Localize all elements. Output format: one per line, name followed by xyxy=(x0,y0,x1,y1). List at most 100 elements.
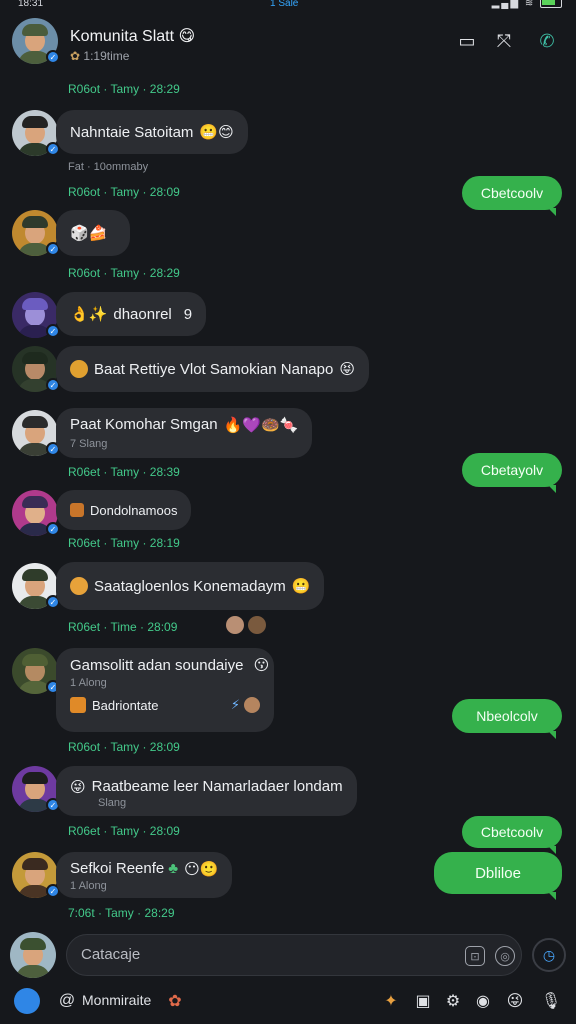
message-bubble[interactable]: Dondolnamoos xyxy=(56,490,192,530)
sender-avatar[interactable]: ✓ xyxy=(12,490,60,536)
message-emoji: 😗 xyxy=(253,657,270,674)
my-avatar[interactable] xyxy=(10,932,56,978)
message-text: Raatbeame leer Namarladaer londam xyxy=(91,778,343,795)
message-text: Nahntaie Satoitam xyxy=(70,123,194,141)
lightning-icon: ⚡ xyxy=(230,697,240,712)
message-emoji: 😶🙂 xyxy=(184,861,219,878)
message-text: Sefkoi Reenfe xyxy=(70,860,165,877)
send-timer-icon[interactable]: ◷ xyxy=(532,938,566,972)
outgoing-bubble[interactable]: Nbeolcolv xyxy=(452,699,562,739)
message-bubble[interactable]: 🎲🍰 xyxy=(56,210,130,256)
message-submeta: 1 Along xyxy=(70,880,107,892)
bottom-label: Monmiraite xyxy=(82,992,152,1008)
header-avatar[interactable]: ✓ xyxy=(12,18,60,64)
message-text: Dondolnamoos xyxy=(90,502,178,518)
message-emoji: 😝 xyxy=(339,361,355,378)
status-bar: 18:31 1 Sale ▂▄▆ ≋ xyxy=(0,0,576,12)
message-meta: R06ot · Tamy · 28:09 xyxy=(68,740,180,754)
message-emoji: 🔥💜🍩🍬 xyxy=(223,417,299,434)
reaction-icon xyxy=(70,577,88,595)
message-count: 9 xyxy=(183,305,193,323)
emoji-picker-icon[interactable]: 😜 xyxy=(502,988,528,1014)
seen-avatar xyxy=(248,616,266,634)
message-emoji: 😬😊 xyxy=(199,124,234,141)
chat-subtitle: ✿ 1:19time xyxy=(70,49,130,63)
chat-header: ✓ Komunita Slatt 😋 ✿ 1:19time ▭ ⤧ ✆ xyxy=(0,12,576,74)
sticker-icon: ♣ xyxy=(168,860,179,877)
app-logo-icon[interactable] xyxy=(14,988,40,1014)
message-bubble[interactable]: Saatagloenlos Konemadaym 😬 xyxy=(56,562,325,610)
message-input[interactable]: Catacaje xyxy=(81,946,140,963)
expand-arrows-icon[interactable]: ⤧ xyxy=(491,28,517,54)
message-bubble[interactable]: Baat Rettiye Vlot Samokian Nanapo 😝 xyxy=(56,346,369,392)
sender-avatar[interactable]: ✓ xyxy=(12,563,60,609)
message-meta: R06ot · Tamy · 28:29 xyxy=(68,266,180,280)
message-submeta: Slang xyxy=(98,797,127,809)
message-text: dhaonrel xyxy=(113,305,172,323)
reaction-icon xyxy=(70,360,88,378)
attachment-icon xyxy=(70,503,84,517)
outgoing-bubble[interactable]: Cbetcoolv xyxy=(462,816,562,854)
sticker-pack-icon[interactable]: ✿ xyxy=(162,988,188,1014)
status-center-label: 1 Sale xyxy=(270,0,299,9)
outgoing-bubble[interactable]: Cbetayolv xyxy=(462,453,562,493)
signal-icon: ▂▄▆ xyxy=(491,0,521,9)
settings-gear-icon[interactable]: ⚙ xyxy=(440,988,466,1014)
sender-avatar[interactable]: ✓ xyxy=(12,210,60,256)
message-emoji: 🎲🍰 xyxy=(70,225,108,242)
message-emoji: 😜 xyxy=(70,779,86,796)
message-meta: R06et · Tamy · 28:09 xyxy=(68,824,180,838)
reaction-icon xyxy=(244,697,260,713)
verified-badge-icon: ✓ xyxy=(46,50,60,64)
record-icon[interactable]: ◉ xyxy=(470,988,496,1014)
outgoing-bubble[interactable]: Dbliloe xyxy=(434,852,562,900)
message-meta: R06et · Tamy · 28:39 xyxy=(68,465,180,479)
message-submeta: Fat · 10ommaby xyxy=(68,161,149,173)
message-emoji: 😬 xyxy=(291,578,311,595)
sender-avatar[interactable]: ✓ xyxy=(12,852,60,898)
sender-avatar[interactable]: ✓ xyxy=(12,410,60,456)
emoji-icon[interactable]: ◎ xyxy=(495,946,515,966)
message-text: Gamsolitt adan soundaiye xyxy=(70,657,244,674)
message-meta: R06et · Tamy · 28:19 xyxy=(68,536,180,550)
bottom-toolbar: @ Monmiraite ✿ ✦ ▣ ⚙ ◉ 😜 🎙 xyxy=(0,984,576,1024)
microphone-icon[interactable]: 🎙 xyxy=(538,988,564,1014)
message-submeta: 7 Slang xyxy=(70,438,108,450)
message-text: Saatagloenlos Konemadaym xyxy=(94,577,286,595)
message-meta: R06ot · Tamy · 28:29 xyxy=(68,82,180,96)
message-text: Paat Komohar Smgan xyxy=(70,416,218,433)
message-text: Baat Rettiye Vlot Samokian Nanapo xyxy=(94,360,334,378)
chat-title[interactable]: Komunita Slatt 😋 xyxy=(70,26,195,46)
sender-avatar[interactable]: ✓ xyxy=(12,110,60,156)
sender-avatar[interactable]: ✓ xyxy=(12,292,60,338)
seen-avatar xyxy=(226,616,244,634)
mention-icon[interactable]: @ xyxy=(54,988,80,1014)
image-icon[interactable]: ▣ xyxy=(410,988,436,1014)
sender-avatar[interactable]: ✓ xyxy=(12,346,60,392)
status-time: 18:31 xyxy=(18,0,44,9)
status-icon: ✿ xyxy=(70,49,81,63)
message-meta: R06et · Time · 28:09 xyxy=(68,620,178,634)
title-emoji: 😋 xyxy=(178,28,196,45)
verified-badge-icon: ✓ xyxy=(46,522,60,536)
gif-icon[interactable]: ⊡ xyxy=(465,946,485,966)
message-emoji: 👌✨ xyxy=(70,306,108,323)
shield-icon xyxy=(70,697,86,713)
outgoing-bubble[interactable]: Cbetcoolv xyxy=(462,176,562,216)
message-bubble[interactable]: 👌✨ dhaonrel 9 xyxy=(56,292,207,336)
sender-avatar[interactable]: ✓ xyxy=(12,766,60,812)
message-submeta: 1 Along xyxy=(70,677,107,689)
message-meta: R06ot · Tamy · 28:09 xyxy=(68,185,180,199)
game-icon[interactable]: ✦ xyxy=(378,988,404,1014)
message-second-line: Badriontate xyxy=(92,697,159,713)
message-bubble[interactable]: Nahntaie Satoitam 😬😊 xyxy=(56,110,248,154)
message-meta: 7:06t · Tamy · 28:29 xyxy=(68,906,175,920)
battery-icon xyxy=(540,0,562,9)
video-window-icon[interactable]: ▭ xyxy=(454,28,480,54)
message-bubble[interactable]: Gamsolitt adan soundaiye 😗 1 Along Badri… xyxy=(56,648,274,732)
message-composer[interactable]: Catacaje ⊡ ◎ xyxy=(66,934,522,976)
sender-avatar[interactable]: ✓ xyxy=(12,648,60,694)
message-bubble[interactable]: Paat Komohar Smgan 🔥💜🍩🍬 xyxy=(56,408,313,458)
phone-call-icon[interactable]: ✆ xyxy=(534,28,560,54)
wifi-icon: ≋ xyxy=(524,0,536,9)
